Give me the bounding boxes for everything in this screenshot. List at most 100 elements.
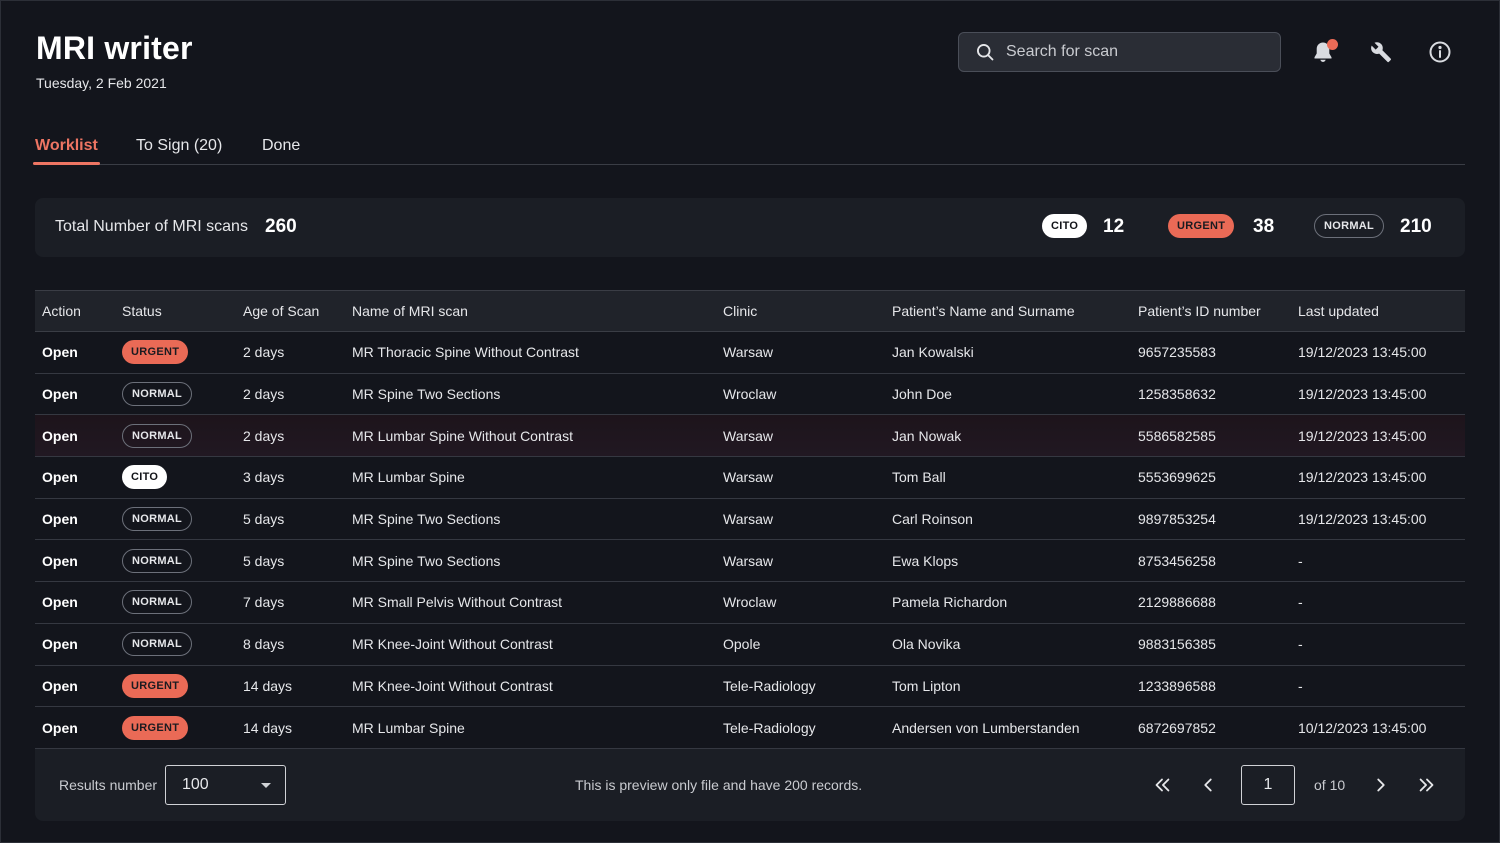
scan-age: 7 days: [243, 594, 285, 611]
patient-id: 5553699625: [1138, 469, 1216, 486]
row-action-open[interactable]: Open: [42, 678, 78, 694]
clinic-name: Warsaw: [723, 427, 774, 444]
scan-name: MR Small Pelvis Without Contrast: [352, 594, 563, 611]
table-row[interactable]: Open NORMAL 8 days MR Knee-Joint Without Co…: [35, 623, 1465, 666]
status-cell: NORMAL: [122, 632, 193, 657]
patient-name: Tom Lipton: [892, 677, 961, 694]
last-page-icon: [1419, 778, 1434, 792]
scan-age: 14 days: [243, 677, 293, 694]
row-action-open[interactable]: Open: [42, 511, 78, 527]
table-row[interactable]: Open URGENT 2 days MR Thoracic Spine Withou…: [35, 332, 1465, 374]
scan-name: MR Spine Two Sections: [352, 552, 501, 569]
patient-name: Carl Roinson: [892, 511, 973, 528]
scan-summary-card: Total Number of MRI scans 260 CITO 12 UR…: [35, 198, 1465, 257]
table-row[interactable]: Open URGENT 14 days MR Lumbar Spine Tele-Rad…: [35, 707, 1465, 749]
tab-worklist[interactable]: Worklist: [35, 137, 98, 155]
row-action-open[interactable]: Open: [42, 428, 78, 444]
last-updated: -: [1298, 594, 1303, 611]
urgent-badge: URGENT: [1168, 214, 1235, 238]
column-header-status[interactable]: Status: [122, 303, 162, 319]
scan-age: 2 days: [243, 427, 285, 444]
status-badge-urgent: URGENT: [122, 340, 189, 365]
clinic-name: Tele-Radiology: [723, 719, 816, 736]
status-badge-urgent: URGENT: [122, 673, 189, 698]
table-row[interactable]: Open NORMAL 5 days MR Spine Two Sections War…: [35, 498, 1465, 541]
scan-name: MR Lumbar Spine: [352, 469, 465, 486]
last-page-button[interactable]: [1415, 773, 1439, 797]
preview-note: This is preview only file and have 200 r…: [575, 777, 863, 793]
table-row[interactable]: Open URGENT 14 days MR Knee-Joint Without C…: [35, 665, 1465, 708]
table-row[interactable]: Open NORMAL 2 days MR Lumbar Spine Without …: [35, 415, 1465, 458]
status-cell: NORMAL: [122, 507, 193, 532]
info-icon: [1429, 41, 1451, 63]
search-input[interactable]: [1006, 43, 1266, 61]
row-action-open[interactable]: Open: [42, 720, 78, 736]
patient-id: 1258358632: [1138, 386, 1216, 403]
scan-name: MR Lumbar Spine Without Contrast: [352, 427, 573, 444]
scan-name: MR Knee-Joint Without Contrast: [352, 636, 553, 653]
row-action-open[interactable]: Open: [42, 636, 78, 652]
status-badge-normal: NORMAL: [122, 590, 193, 615]
search-icon: [977, 44, 994, 61]
patient-name: Ewa Klops: [892, 552, 959, 569]
clinic-name: Warsaw: [723, 469, 774, 486]
scan-name: MR Thoracic Spine Without Contrast: [352, 344, 579, 361]
column-header-patient-name[interactable]: Patient’s Name and Surname: [892, 303, 1075, 319]
status-badge-normal: NORMAL: [122, 382, 193, 407]
page-title: MRI writer: [36, 30, 193, 66]
scan-age: 5 days: [243, 511, 285, 528]
patient-name: Ola Novika: [892, 636, 961, 653]
column-header-age[interactable]: Age of Scan: [243, 303, 319, 319]
column-header-patient-id[interactable]: Patient’s ID number: [1138, 303, 1261, 319]
search-bar[interactable]: [958, 32, 1281, 72]
first-page-button[interactable]: [1150, 773, 1174, 797]
next-page-icon: [1377, 778, 1385, 792]
worklist-table: Action Status Age of Scan Name of MRI sc…: [35, 290, 1465, 749]
prev-page-button[interactable]: [1196, 773, 1220, 797]
clinic-name: Tele-Radiology: [723, 677, 816, 694]
table-row[interactable]: Open NORMAL 7 days MR Small Pelvis Without …: [35, 582, 1465, 624]
table-row[interactable]: Open NORMAL 2 days MR Spine Two Sections Wro…: [35, 373, 1465, 416]
scan-age: 2 days: [243, 386, 285, 403]
table-body: Open URGENT 2 days MR Thoracic Spine Withou…: [35, 332, 1465, 749]
last-updated: 19/12/2023 13:45:00: [1298, 386, 1427, 403]
status-badge-urgent: URGENT: [122, 715, 189, 740]
last-updated: 19/12/2023 13:45:00: [1298, 469, 1427, 486]
wrench-icon: [1371, 42, 1391, 63]
column-header-last-updated[interactable]: Last updated: [1298, 303, 1379, 319]
patient-id: 9883156385: [1138, 636, 1216, 653]
table-row[interactable]: Open CITO 3 days MR Lumbar Spine Warsaw Tom B…: [35, 457, 1465, 499]
row-action-open[interactable]: Open: [42, 344, 78, 360]
tab-bar: Worklist To Sign (20) Done: [33, 132, 1465, 165]
tab-done[interactable]: Done: [262, 137, 300, 155]
row-action-open[interactable]: Open: [42, 594, 78, 610]
clinic-name: Wroclaw: [723, 594, 777, 611]
column-header-clinic[interactable]: Clinic: [723, 303, 757, 319]
row-action-open[interactable]: Open: [42, 553, 78, 569]
info-button[interactable]: [1427, 38, 1453, 66]
scan-age: 3 days: [243, 469, 285, 486]
normal-badge: NORMAL: [1314, 214, 1385, 238]
settings-button[interactable]: [1368, 38, 1394, 66]
last-updated: -: [1298, 677, 1303, 694]
row-action-open[interactable]: Open: [42, 469, 78, 485]
status-cell: NORMAL: [122, 382, 193, 407]
scan-age: 8 days: [243, 636, 285, 653]
patient-name: Andersen von Lumberstanden: [892, 719, 1080, 736]
page-number-input[interactable]: 1: [1241, 765, 1295, 805]
next-page-button[interactable]: [1369, 773, 1393, 797]
first-page-icon: [1155, 778, 1170, 792]
summary-label: Total Number of MRI scans: [55, 218, 248, 235]
scan-name: MR Spine Two Sections: [352, 386, 501, 403]
column-header-scan-name[interactable]: Name of MRI scan: [352, 303, 468, 319]
row-action-open[interactable]: Open: [42, 386, 78, 402]
active-tab-indicator: [33, 162, 100, 165]
clinic-name: Wroclaw: [723, 386, 777, 403]
tab-to-sign[interactable]: To Sign (20): [136, 137, 222, 155]
patient-name: Jan Nowak: [892, 427, 962, 444]
results-number-select[interactable]: 100: [165, 765, 286, 805]
patient-name: Pamela Richardon: [892, 594, 1008, 611]
last-updated: 10/12/2023 13:45:00: [1298, 719, 1427, 736]
column-header-action[interactable]: Action: [42, 303, 81, 319]
table-row[interactable]: Open NORMAL 5 days MR Spine Two Sections War…: [35, 540, 1465, 583]
